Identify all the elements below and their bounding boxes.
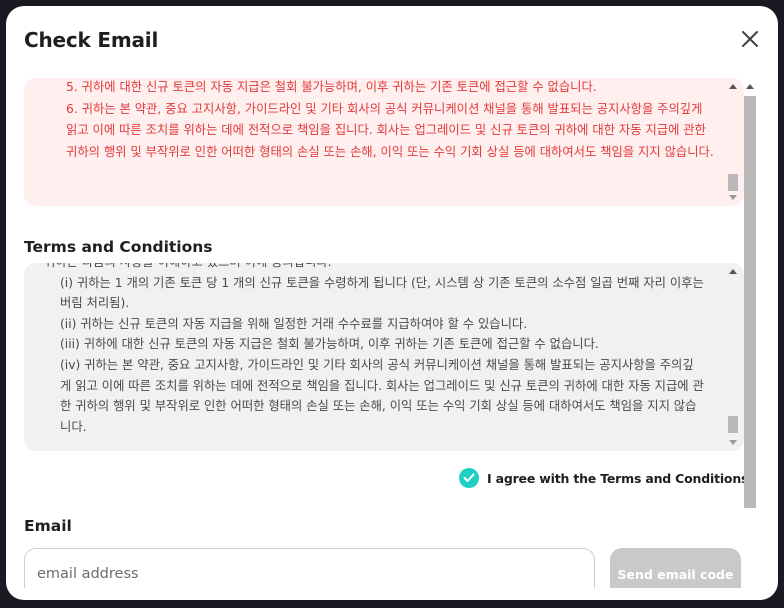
terms-scrollbar[interactable] xyxy=(726,263,740,451)
terms-item: (i) 귀하는 1 개의 기존 토큰 당 1 개의 신규 토큰을 수령하게 됩니… xyxy=(60,275,704,311)
scroll-down-arrow-icon[interactable] xyxy=(729,440,737,445)
scrollbar-thumb[interactable] xyxy=(744,96,756,508)
terms-text: 귀하는 다음의 사항을 이해하고 있으며 이에 동의합니다. (i) 귀하는 1… xyxy=(44,263,704,437)
close-icon xyxy=(742,31,758,47)
warning-scrollbar[interactable] xyxy=(726,78,740,206)
terms-heading: Terms and Conditions xyxy=(24,238,213,256)
scrollbar-thumb[interactable] xyxy=(728,416,738,433)
warning-notice-text: 5. 귀하에 대한 신규 토큰의 자동 지급은 철회 불가능하며, 이후 귀하는… xyxy=(66,78,716,163)
terms-text-box[interactable]: 귀하는 다음의 사항을 이해하고 있으며 이에 동의합니다. (i) 귀하는 1… xyxy=(24,263,744,451)
check-icon xyxy=(459,468,479,488)
terms-intro: 귀하는 다음의 사항을 이해하고 있으며 이에 동의합니다. xyxy=(44,263,704,273)
email-input[interactable] xyxy=(24,548,595,588)
scroll-down-arrow-icon[interactable] xyxy=(729,195,737,200)
warning-item: 6. 귀하는 본 약관, 중요 고지사항, 가이드라인 및 기타 회사의 공식 … xyxy=(66,101,714,159)
modal-scroll-area[interactable]: 5. 귀하에 대한 신규 토큰의 자동 지급은 철회 불가능하며, 이후 귀하는… xyxy=(6,78,758,588)
check-email-modal: Check Email 5. 귀하에 대한 신규 토큰의 자동 지급은 철회 불… xyxy=(6,6,778,600)
scroll-up-arrow-icon[interactable] xyxy=(729,269,737,274)
modal-scrollbar[interactable] xyxy=(742,80,758,588)
warning-item: 5. 귀하에 대한 신규 토큰의 자동 지급은 철회 불가능하며, 이후 귀하는… xyxy=(66,80,597,94)
send-email-code-button[interactable]: Send email code xyxy=(610,548,741,588)
warning-notice-box[interactable]: 5. 귀하에 대한 신규 토큰의 자동 지급은 철회 불가능하며, 이후 귀하는… xyxy=(24,78,744,206)
scroll-up-arrow-icon[interactable] xyxy=(746,84,754,89)
terms-item: (iii) 귀하에 대한 신규 토큰의 자동 지급은 철회 불가능하며, 이후 … xyxy=(60,337,599,352)
email-heading: Email xyxy=(24,517,72,535)
agree-terms-label: I agree with the Terms and Conditions xyxy=(487,470,749,486)
scroll-up-arrow-icon[interactable] xyxy=(729,84,737,89)
modal-title: Check Email xyxy=(24,28,159,52)
terms-item: (ii) 귀하는 신규 토큰의 자동 지급을 위해 일정한 거래 수수료를 지급… xyxy=(60,316,528,331)
scrollbar-thumb[interactable] xyxy=(728,174,738,191)
terms-item: (iv) 귀하는 본 약관, 중요 고지사항, 가이드라인 및 기타 회사의 공… xyxy=(60,357,704,434)
close-button[interactable] xyxy=(739,28,761,50)
agree-terms-checkbox[interactable]: I agree with the Terms and Conditions xyxy=(459,467,748,489)
